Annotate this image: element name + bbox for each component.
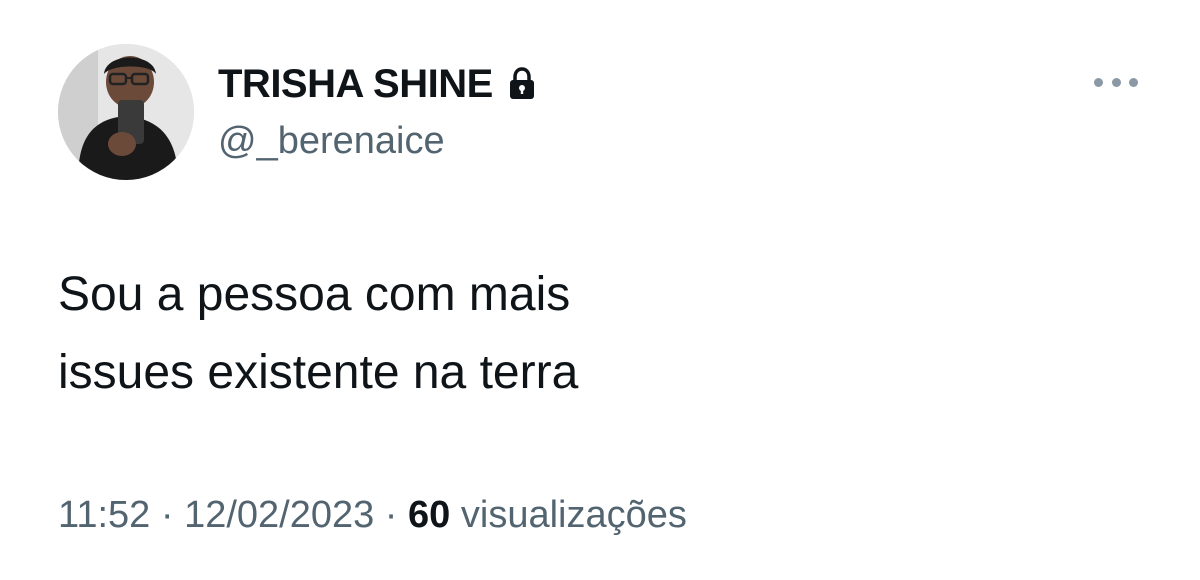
tweet-meta: 11:52 · 12/02/2023 · 60 visualizações (58, 494, 687, 537)
more-dot (1111, 77, 1121, 87)
display-name[interactable]: TRISHA SHINE (218, 62, 493, 107)
more-horizontal-icon[interactable] (1094, 68, 1138, 96)
tweet-card: TRISHA SHINE @_berenaice Sou a pessoa co… (0, 0, 1200, 580)
more-dot (1129, 77, 1138, 87)
lock-icon (507, 67, 537, 101)
tweet-time[interactable]: 11:52 (58, 494, 150, 536)
meta-separator: · (150, 494, 185, 536)
meta-separator: · (374, 494, 409, 536)
tweet-text-line: Sou a pessoa com mais (58, 268, 571, 321)
views-label[interactable]: visualizações (450, 494, 687, 536)
more-dot (1094, 77, 1103, 87)
views-count[interactable]: 60 (408, 494, 450, 536)
avatar[interactable] (58, 44, 194, 180)
avatar-photo (58, 44, 194, 180)
tweet-text: Sou a pessoa com mais issues existente n… (58, 256, 578, 412)
tweet-text-line: issues existente na terra (58, 346, 579, 399)
user-handle[interactable]: @_berenaice (218, 120, 445, 163)
name-row: TRISHA SHINE (218, 60, 537, 108)
tweet-date[interactable]: 12/02/2023 (184, 494, 374, 536)
